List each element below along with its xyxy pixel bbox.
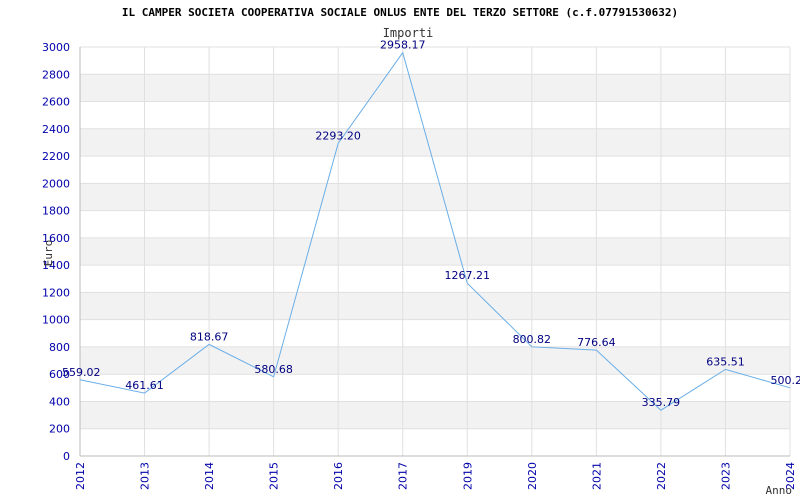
x-tick-label: 2021 xyxy=(590,462,603,490)
x-tick-label: 2023 xyxy=(719,462,732,490)
y-tick-label: 2400 xyxy=(42,123,70,136)
x-tick-label: 2014 xyxy=(203,462,216,490)
y-tick-label: 2200 xyxy=(42,150,70,163)
x-axis-label: Anno xyxy=(766,484,793,497)
data-label: 635.51 xyxy=(706,355,745,368)
data-label: 2958.17 xyxy=(380,39,426,52)
data-label: 1267.21 xyxy=(445,269,491,282)
y-tick-label: 1200 xyxy=(42,286,70,299)
grid-band xyxy=(80,428,790,456)
data-label: 776.64 xyxy=(577,336,616,349)
grid-band xyxy=(80,237,790,266)
y-axis-label: Euro xyxy=(42,240,55,267)
line-chart: 0200400600800100012001400160018002000220… xyxy=(42,26,800,497)
grid-bands xyxy=(80,47,790,456)
x-tick-label: 2013 xyxy=(139,462,152,490)
data-label: 500.2 xyxy=(771,374,800,387)
grid-band xyxy=(80,374,790,402)
data-label: 580.68 xyxy=(254,363,293,376)
x-tick-label: 2012 xyxy=(74,462,87,490)
x-tick-label: 2015 xyxy=(268,462,281,490)
grid-band xyxy=(80,292,790,320)
data-label: 818.67 xyxy=(190,330,229,343)
x-axis-ticks: 2012 2013 2014 2015 2016 2017 2019 2020 2021 2022… xyxy=(74,462,797,490)
y-tick-label: 1000 xyxy=(42,314,70,327)
y-tick-label: 400 xyxy=(49,395,70,408)
data-label: 800.82 xyxy=(513,333,552,346)
grid-band xyxy=(80,128,790,157)
x-tick-label: 2019 xyxy=(461,462,474,490)
chart-title: Importi xyxy=(383,26,434,40)
grid-band xyxy=(80,401,790,429)
data-label: 461.61 xyxy=(125,379,164,392)
y-tick-label: 800 xyxy=(49,341,70,354)
x-tick-label: 2017 xyxy=(397,462,410,490)
data-label: 559.02 xyxy=(62,366,101,379)
grid-band xyxy=(80,210,790,238)
y-tick-label: 1800 xyxy=(42,205,70,218)
x-tick-label: 2022 xyxy=(655,462,668,490)
grid-band xyxy=(80,47,790,75)
data-label: 335.79 xyxy=(642,396,681,409)
x-tick-label: 2016 xyxy=(332,462,345,490)
x-tick-label: 2020 xyxy=(526,462,539,490)
grid-band xyxy=(80,346,790,375)
grid-band xyxy=(80,319,790,347)
y-tick-label: 200 xyxy=(49,423,70,436)
y-tick-label: 2000 xyxy=(42,177,70,190)
y-tick-label: 3000 xyxy=(42,41,70,54)
y-tick-label: 2800 xyxy=(42,68,70,81)
data-label: 2293.20 xyxy=(315,129,361,142)
grid-band xyxy=(80,265,790,293)
grid-band xyxy=(80,183,790,211)
grid-band xyxy=(80,74,790,102)
y-tick-label: 0 xyxy=(63,450,70,463)
y-tick-label: 2600 xyxy=(42,96,70,109)
grid-band xyxy=(80,101,790,129)
